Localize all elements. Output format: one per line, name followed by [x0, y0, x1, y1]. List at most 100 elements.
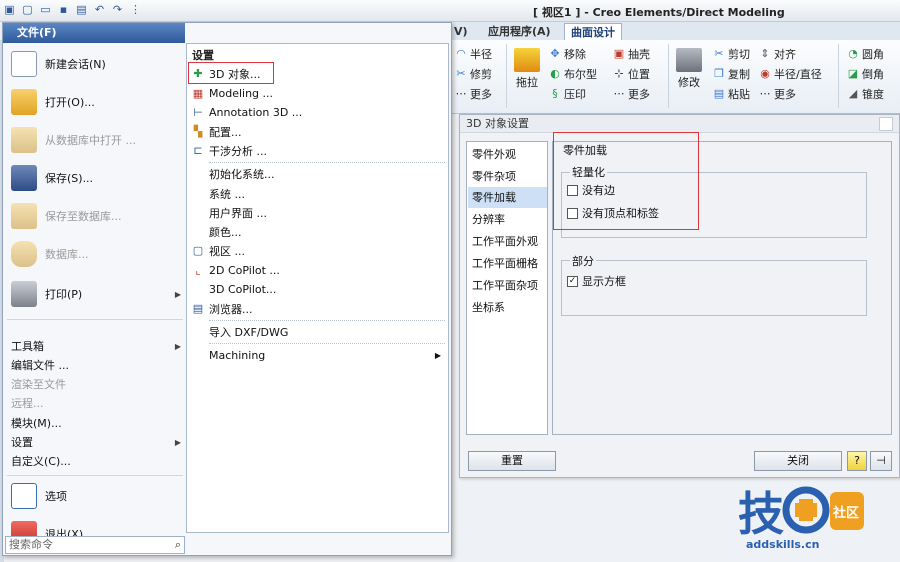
settings-item-interference[interactable]: ⊏ 干涉分析 ...: [191, 141, 445, 160]
radius-icon: ◠: [456, 47, 466, 60]
new-session-item[interactable]: 新建会话(N): [11, 47, 183, 81]
render-to-file-item[interactable]: 渲染至文件: [11, 376, 183, 394]
settings-item-modeling[interactable]: ▦ Modeling ...: [191, 84, 445, 103]
customize-item[interactable]: 自定义(C)...: [11, 453, 183, 471]
tab-applications[interactable]: 应用程序(A): [482, 23, 557, 40]
pull-button[interactable]: 拖拉: [512, 48, 542, 90]
more-icon: ⋯: [613, 87, 625, 100]
align-button[interactable]: ⇕ 对齐: [758, 46, 796, 62]
redo-icon[interactable]: ↷: [110, 2, 125, 17]
settings-header: 设置: [192, 49, 214, 62]
copy-button[interactable]: ❐ 复制: [712, 66, 750, 82]
3d-object-settings-dialog: 3D 对象设置 零件外观 零件杂项 零件加载 分辨率 工作平面外观 工作平面栅格…: [459, 114, 900, 478]
settings-item-config[interactable]: ▚ 配置...: [191, 122, 445, 141]
search-command-input[interactable]: 搜索命令 ⌕: [5, 536, 185, 554]
ribbon: ◠ 半径 ✂ 修剪 ⋯ 更多 拖拉 ✥ 移除 ◐ 布尔型 § 压印 ▣ 抽壳 ⊹ 位置 ⋯ 更多 …: [440, 40, 900, 114]
modify-button[interactable]: 修改: [674, 48, 704, 90]
viewport-icon: ▢: [192, 243, 204, 257]
print-item[interactable]: 打印(P) ▶: [11, 277, 183, 311]
more-button-3[interactable]: ⋯ 更多: [758, 86, 797, 102]
customize-qat-icon[interactable]: ⋮: [128, 2, 143, 17]
paste-icon: ▤: [713, 87, 725, 100]
dialog-close-box[interactable]: [879, 117, 893, 131]
taper-icon: ◢: [848, 87, 858, 100]
save-item[interactable]: 保存(S)...: [11, 161, 183, 195]
settings-item-machining[interactable]: Machining ▶: [191, 346, 445, 365]
round-button[interactable]: ◔ 圆角: [846, 46, 884, 62]
shell-button[interactable]: ▣ 抽壳: [612, 46, 650, 62]
nav-part-misc[interactable]: 零件杂项: [468, 166, 547, 187]
settings-item-user-interface[interactable]: 用户界面 ...: [191, 203, 445, 222]
toolbox-item[interactable]: 工具箱 ▶: [11, 338, 183, 356]
taper-button[interactable]: ◢ 锥度: [846, 86, 884, 102]
trim-button[interactable]: ✂ 修剪: [454, 66, 492, 82]
settings-item-browser[interactable]: ▤ 浏览器...: [191, 299, 445, 318]
print-preview-icon[interactable]: ▤: [74, 2, 89, 17]
nav-workplane-misc[interactable]: 工作平面杂项: [468, 275, 547, 296]
reset-button[interactable]: 重置: [468, 451, 556, 471]
more-button-2[interactable]: ⋯ 更多: [612, 86, 651, 102]
position-button[interactable]: ⊹ 位置: [612, 66, 650, 82]
watermark-logo: 技 社区: [738, 486, 864, 538]
cut-button[interactable]: ✂ 剪切: [712, 46, 750, 62]
nav-workplane-appearance[interactable]: 工作平面外观: [468, 231, 547, 252]
save-to-db-item[interactable]: 保存至数据库...: [11, 199, 183, 233]
quick-access-toolbar: ▣ ▢ ▭ ▪ ▤ ↶ ↷ ⋮: [2, 2, 143, 17]
tab-surface-design[interactable]: 曲面设计: [564, 23, 622, 40]
app-menu-icon[interactable]: ▣: [2, 2, 17, 17]
modify-icon: [676, 48, 702, 72]
show-box-checkbox[interactable]: ✓ 显示方框: [567, 273, 626, 289]
open-item[interactable]: 打开(O)...: [11, 85, 183, 119]
submenu-arrow-icon: ▶: [174, 342, 181, 351]
more-icon: ⋯: [455, 87, 467, 100]
boolean-button[interactable]: ◐ 布尔型: [548, 66, 597, 82]
dialog-category-list: 零件外观 零件杂项 零件加载 分辨率 工作平面外观 工作平面栅格 工作平面杂项 …: [466, 141, 548, 435]
database-item[interactable]: 数据库...: [11, 237, 183, 271]
compress-button[interactable]: § 压印: [548, 86, 586, 102]
settings-item-init-system[interactable]: 初始化系统...: [191, 164, 445, 183]
settings-item-import-dxf[interactable]: 导入 DXF/DWG: [191, 322, 445, 341]
menu-separator: [209, 162, 445, 163]
modules-item[interactable]: 模块(M)...: [11, 415, 183, 433]
nav-resolution[interactable]: 分辨率: [468, 209, 547, 230]
nav-workplane-grid[interactable]: 工作平面栅格: [468, 253, 547, 274]
pin-button[interactable]: ⊣: [870, 451, 892, 471]
options-item[interactable]: 选项: [11, 479, 183, 513]
remote-item[interactable]: 远程...: [11, 395, 183, 413]
dialog-title: 3D 对象设置: [460, 115, 899, 133]
chamfer-button[interactable]: ◪ 倒角: [846, 66, 884, 82]
menu-separator: [7, 475, 183, 476]
paste-button[interactable]: ▤ 粘贴: [712, 86, 750, 102]
nav-part-loading[interactable]: 零件加载: [468, 187, 547, 208]
partial-group-title: 部分: [570, 253, 596, 269]
new-icon[interactable]: ▢: [20, 2, 35, 17]
file-menu-tab[interactable]: 文件(F): [3, 23, 185, 43]
move-button[interactable]: ✥ 移除: [548, 46, 586, 62]
settings-item-annotation[interactable]: ⊢ Annotation 3D ...: [191, 103, 445, 122]
help-button[interactable]: ?: [847, 451, 867, 471]
nav-part-appearance[interactable]: 零件外观: [468, 144, 547, 165]
compress-icon: §: [552, 87, 558, 100]
more-button-1[interactable]: ⋯ 更多: [454, 86, 493, 102]
config-icon: ▚: [193, 124, 203, 138]
settings-item-viewport[interactable]: ▢ 视区 ...: [191, 241, 445, 260]
edit-file-item[interactable]: 编辑文件 ...: [11, 357, 183, 375]
close-button[interactable]: 关闭: [754, 451, 842, 471]
nav-coordinate-system[interactable]: 坐标系: [468, 297, 547, 318]
radius-button[interactable]: ◠ 半径: [454, 46, 492, 62]
settings-submenu: 设置 ✚ 3D 对象... ▦ Modeling ... ⊢ Annotation 3…: [186, 43, 449, 533]
save-icon[interactable]: ▪: [56, 2, 71, 17]
chamfer-icon: ◪: [847, 67, 859, 80]
settings-item-color[interactable]: 颜色...: [191, 222, 445, 241]
settings-item-system[interactable]: 系统 ...: [191, 184, 445, 203]
undo-icon[interactable]: ↶: [92, 2, 107, 17]
settings-item[interactable]: 设置 ▶: [11, 434, 183, 452]
settings-item-2d-copilot[interactable]: ⌞ 2D CoPilot ...: [191, 261, 445, 280]
copilot2d-icon: ⌞: [195, 263, 201, 277]
open-from-db-item[interactable]: 从数据库中打开 ...: [11, 123, 183, 157]
search-icon[interactable]: ⌕: [175, 537, 181, 553]
open-icon[interactable]: ▭: [38, 2, 53, 17]
radius-diameter-button[interactable]: ◉ 半径/直径: [758, 66, 822, 82]
settings-item-3d-copilot[interactable]: 3D CoPilot...: [191, 280, 445, 299]
boolean-icon: ◐: [550, 67, 560, 80]
